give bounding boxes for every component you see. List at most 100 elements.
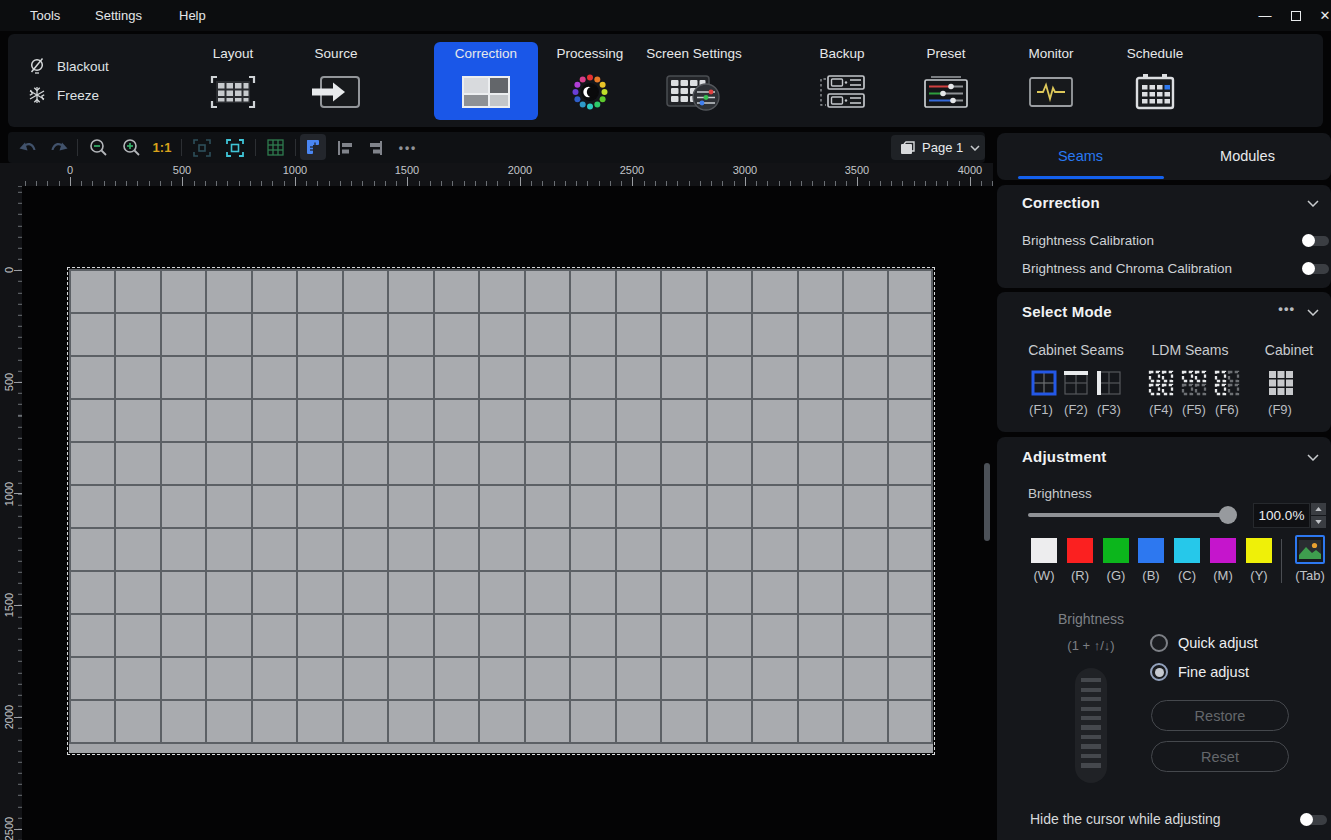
- cabinet-seams-top-icon[interactable]: [1063, 370, 1089, 396]
- reset-button[interactable]: Reset: [1151, 741, 1289, 772]
- more-tools-button[interactable]: •••: [392, 132, 424, 163]
- tab-modules[interactable]: Modules: [1164, 133, 1331, 179]
- zoom-in-button[interactable]: [116, 132, 146, 163]
- brightness-spinner[interactable]: [1311, 503, 1326, 528]
- fine-adjust-radio[interactable]: [1150, 663, 1168, 681]
- cabinet-seams-left-icon[interactable]: [1096, 370, 1122, 396]
- cabinet-grid[interactable]: [69, 269, 933, 744]
- processing-icon: [569, 63, 611, 120]
- restore-button[interactable]: Restore: [1151, 700, 1289, 731]
- grid-button[interactable]: [260, 132, 290, 163]
- nav-backup[interactable]: Backup: [790, 42, 894, 120]
- menu-tools[interactable]: Tools: [30, 8, 60, 23]
- menubar: Tools Settings Help — ✕: [0, 0, 1331, 31]
- align-right-button[interactable]: [360, 132, 390, 163]
- brightness-chroma-calibration-toggle[interactable]: [1302, 262, 1329, 275]
- divider: [181, 139, 182, 156]
- redo-button[interactable]: [44, 132, 72, 163]
- align-left-button[interactable]: [330, 132, 360, 163]
- swatch-magenta[interactable]: [1210, 538, 1236, 563]
- swatch-image[interactable]: [1295, 535, 1325, 564]
- brightness-value[interactable]: 100.0%: [1253, 503, 1310, 528]
- close-button[interactable]: ✕: [1311, 0, 1331, 31]
- blackout-icon: [28, 57, 46, 75]
- vertical-ruler: 0 500 1000 1500 2000 2500: [0, 186, 22, 840]
- zoom-1to1-button[interactable]: 1:1: [147, 132, 177, 163]
- ldm-seams-top-icon[interactable]: [1181, 370, 1207, 396]
- collapse-chevron-icon[interactable]: [1307, 200, 1319, 207]
- ruler-button[interactable]: [300, 134, 326, 160]
- blackout-toggle[interactable]: Blackout: [28, 56, 109, 76]
- brightness-slider-knob[interactable]: [1219, 506, 1237, 524]
- divider: [1281, 539, 1282, 583]
- source-icon: [311, 63, 361, 120]
- image-icon: [1299, 540, 1321, 559]
- fit-selection-button[interactable]: [187, 132, 217, 163]
- pages-icon: [900, 141, 915, 155]
- cabinet-select-icon[interactable]: [1268, 370, 1294, 396]
- screen-canvas[interactable]: [67, 267, 935, 755]
- zoom-out-button[interactable]: [83, 132, 113, 163]
- hide-cursor-toggle[interactable]: [1300, 813, 1327, 826]
- fit-screen-button[interactable]: [220, 132, 250, 163]
- correction-icon: [462, 63, 510, 120]
- brightness-thumbwheel[interactable]: [1075, 668, 1107, 783]
- quick-adjust-radio[interactable]: [1150, 634, 1168, 652]
- nav-monitor[interactable]: Monitor: [999, 42, 1103, 120]
- swatch-white[interactable]: [1031, 538, 1057, 563]
- freeze-icon: [28, 86, 46, 104]
- divider: [295, 139, 296, 156]
- nav-screen-settings[interactable]: Screen Settings: [642, 42, 746, 120]
- ruler-corner: [0, 163, 16, 186]
- collapse-chevron-icon[interactable]: [1307, 309, 1319, 316]
- nav-correction[interactable]: Correction: [434, 42, 538, 120]
- tab-seams[interactable]: Seams: [997, 133, 1164, 179]
- nav-schedule[interactable]: Schedule: [1103, 42, 1207, 120]
- preset-icon: [923, 63, 969, 120]
- divider: [77, 139, 78, 156]
- maximize-icon: [1291, 11, 1301, 21]
- backup-icon: [818, 63, 866, 120]
- right-panel-tabs: Seams Modules: [997, 133, 1331, 180]
- cabinet-seams-all-icon[interactable]: [1031, 370, 1057, 396]
- undo-button[interactable]: [14, 132, 42, 163]
- menu-help[interactable]: Help: [179, 8, 206, 23]
- horizontal-ruler: 0 500 1000 1500 2000 2500 3000 3500 4000: [16, 163, 993, 186]
- brightness-slider[interactable]: [1028, 513, 1232, 517]
- spinner-down-icon: [1311, 516, 1326, 528]
- swatch-blue[interactable]: [1138, 538, 1164, 563]
- ldm-seams-left-icon[interactable]: [1214, 370, 1240, 396]
- swatch-yellow[interactable]: [1246, 538, 1272, 563]
- active-tab-underline: [1018, 176, 1164, 179]
- correction-section: Correction Brightness Calibration Bright…: [997, 185, 1331, 288]
- adjustment-section: Adjustment Brightness 100.0% (W) (R) (G)…: [997, 437, 1331, 840]
- menu-settings[interactable]: Settings: [95, 8, 142, 23]
- collapse-chevron-icon[interactable]: [1307, 454, 1319, 461]
- page-selector[interactable]: Page 1: [891, 135, 985, 160]
- maximize-button[interactable]: [1282, 0, 1310, 31]
- canvas-scrollbar[interactable]: [984, 463, 990, 541]
- nav-preset[interactable]: Preset: [894, 42, 998, 120]
- layout-icon: [210, 63, 256, 120]
- screen-settings-icon: [666, 63, 722, 120]
- monitor-icon: [1028, 63, 1074, 120]
- nav-layout[interactable]: Layout: [181, 42, 285, 120]
- more-options-button[interactable]: •••: [1278, 301, 1295, 316]
- freeze-toggle[interactable]: Freeze: [28, 85, 99, 105]
- select-mode-section: Select Mode ••• Cabinet Seams LDM Seams …: [997, 292, 1331, 432]
- nav-source[interactable]: Source: [284, 42, 388, 120]
- schedule-icon: [1134, 63, 1176, 120]
- nav-processing[interactable]: Processing: [538, 42, 642, 120]
- spinner-up-icon: [1311, 503, 1326, 515]
- ldm-seams-all-icon[interactable]: [1148, 370, 1174, 396]
- cabinet-grid-partial-row: [69, 744, 933, 753]
- swatch-red[interactable]: [1067, 538, 1093, 563]
- main-toolbar: Blackout Freeze Layout: [8, 34, 1323, 127]
- swatch-cyan[interactable]: [1174, 538, 1200, 563]
- minimize-button[interactable]: —: [1251, 0, 1279, 31]
- brightness-calibration-toggle[interactable]: [1302, 234, 1329, 247]
- divider: [255, 139, 256, 156]
- canvas-toolbar: 1:1 ••• Page 1: [8, 132, 985, 163]
- swatch-green[interactable]: [1103, 538, 1129, 563]
- chevron-down-icon: [970, 145, 980, 151]
